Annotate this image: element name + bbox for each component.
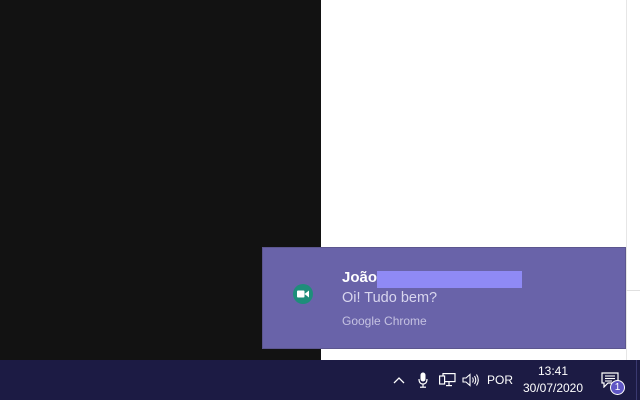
microphone-button[interactable] [414,360,432,400]
notification-count-badge: 1 [610,380,625,395]
clock-date: 30/07/2020 [522,381,584,395]
google-meet-icon [293,284,313,304]
clock-button[interactable]: 13:41 30/07/2020 [515,363,591,397]
microphone-icon [418,372,428,388]
scrollbar-track[interactable] [626,0,627,360]
clock-time: 13:41 [537,364,569,378]
divider [626,290,640,291]
chevron-up-icon [393,376,405,384]
language-indicator: POR [486,373,513,387]
network-button[interactable] [437,360,457,400]
show-desktop-button[interactable] [636,360,640,400]
input-language-button[interactable]: POR [485,360,515,400]
notification-source: Google Chrome [342,314,427,328]
volume-icon [462,373,480,387]
notification-message: Oi! Tudo bem? [342,290,438,306]
network-icon [438,373,456,387]
redacted-block [377,271,522,288]
toast-notification[interactable]: João Oi! Tudo bem? Google Chrome [262,247,626,349]
taskbar: POR 13:41 30/07/2020 1 [0,360,640,400]
show-hidden-icons-button[interactable] [390,360,408,400]
volume-button[interactable] [461,360,481,400]
notification-sender: João [342,269,378,286]
